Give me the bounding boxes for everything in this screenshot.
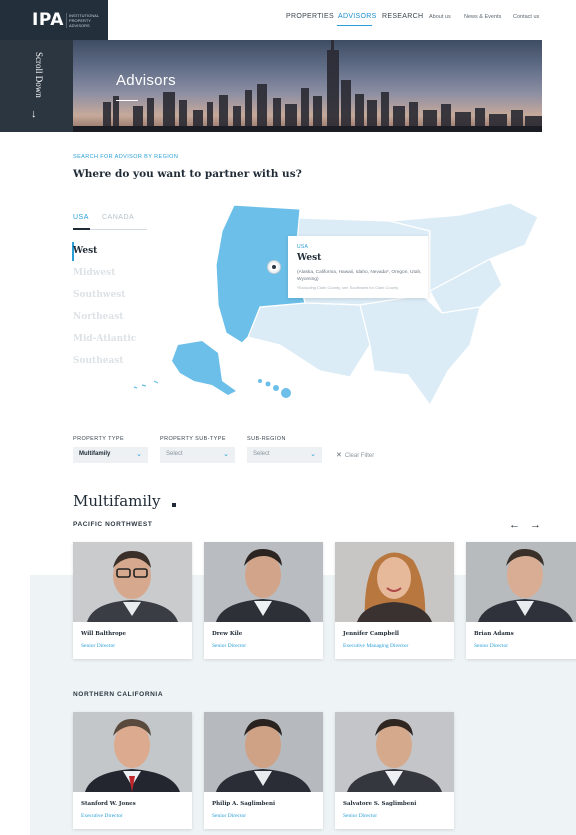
logo-subtext: INSTITUTIONAL PROPERTY ADVISORS: [66, 13, 106, 28]
advisor-card[interactable]: Drew Kile Senior Director: [204, 542, 323, 659]
advisor-card[interactable]: Philip A. Saglimbeni Senior Director: [204, 712, 323, 829]
scroll-down-label[interactable]: Scroll Down: [30, 52, 44, 108]
advisor-photo: [204, 712, 323, 792]
advisor-photo: [73, 712, 192, 792]
nav-news-events[interactable]: News & Events: [464, 14, 501, 20]
tooltip-region: West: [297, 253, 322, 263]
map-pin-icon[interactable]: [268, 261, 280, 273]
advisor-name: Drew Kile: [212, 631, 243, 637]
search-headline: Where do you want to partner with us?: [73, 168, 302, 180]
group-title-northern-california: NORTHERN CALIFORNIA: [73, 691, 164, 698]
advisor-name: Stanford W. Jones: [81, 801, 136, 807]
advisor-photo: [335, 712, 454, 792]
region-midwest[interactable]: Midwest: [73, 268, 115, 278]
property-type-select[interactable]: Multifamily ⌄: [73, 447, 148, 463]
advisor-role: Senior Director: [212, 643, 247, 649]
tooltip-country: USA: [297, 244, 309, 250]
nav-contact-us[interactable]: Contact us: [513, 14, 539, 20]
search-eyebrow: SEARCH FOR ADVISOR BY REGION: [73, 154, 179, 160]
sub-region-label: SUB-REGION: [247, 436, 286, 442]
region-tooltip: USA West (Alaska, California, Hawaii, Id…: [288, 236, 428, 298]
advisor-role: Executive Director: [81, 813, 123, 819]
sub-region-select[interactable]: Select ⌄: [247, 447, 322, 463]
sub-region-value: Select: [253, 451, 270, 457]
chevron-down-icon: ⌄: [223, 451, 229, 458]
advisor-role: Senior Director: [212, 813, 247, 819]
nav-about-us[interactable]: About us: [429, 14, 451, 20]
nav-active-underline: [337, 25, 372, 26]
advisor-name: Philip A. Saglimbeni: [212, 801, 276, 807]
advisor-photo: [335, 542, 454, 622]
advisor-card[interactable]: Brian Adams Senior Director: [466, 542, 576, 659]
logo[interactable]: IPA INSTITUTIONAL PROPERTY ADVISORS: [0, 0, 108, 40]
region-northeast[interactable]: Northeast: [73, 312, 123, 322]
map-region-southeast[interactable]: [359, 294, 481, 407]
region-west[interactable]: West: [73, 246, 97, 256]
advisor-photo: [466, 542, 576, 622]
map-hawaii[interactable]: [258, 379, 291, 398]
advisor-name: Will Balthrope: [81, 631, 127, 637]
chevron-down-icon: ⌄: [136, 451, 142, 458]
advisor-name: Jennifer Campbell: [343, 631, 399, 637]
advisor-role: Senior Director: [474, 643, 509, 649]
arrow-right-icon[interactable]: →: [530, 519, 541, 531]
advisor-photo: [204, 542, 323, 622]
property-type-label: PROPERTY TYPE: [73, 436, 125, 442]
nav-research[interactable]: RESEARCH: [382, 13, 423, 20]
clear-filter-label: Clear Filter: [344, 453, 375, 459]
advisor-card[interactable]: Jennifer Campbell Executive Managing Dir…: [335, 542, 454, 659]
nav-properties[interactable]: PROPERTIES: [286, 13, 334, 20]
tab-active-indicator: [73, 228, 90, 230]
advisor-card[interactable]: Will Balthrope Senior Director: [73, 542, 192, 659]
group-title-pacific-northwest: PACIFIC NORTHWEST: [73, 521, 153, 528]
advisor-role: Senior Director: [343, 813, 378, 819]
region-southeast[interactable]: Southeast: [73, 356, 124, 366]
advisor-name: Brian Adams: [474, 631, 514, 637]
results-title: Multifamily: [73, 492, 161, 510]
advisor-card[interactable]: Stanford W. Jones Executive Director: [73, 712, 192, 829]
map-region-southwest[interactable]: [247, 302, 371, 378]
chevron-down-icon: ⌄: [310, 451, 316, 458]
advisor-role: Senior Director: [81, 643, 116, 649]
tooltip-note: *Excluding Clark County, see Southwest f…: [297, 285, 399, 290]
hero-banner: Advisors: [73, 40, 542, 132]
advisor-photo: [73, 542, 192, 622]
region-mid-atlantic[interactable]: Mid-Atlantic: [73, 334, 136, 344]
advisor-role: Executive Managing Director: [343, 643, 409, 649]
arrow-left-icon[interactable]: ←: [509, 519, 520, 531]
arrow-down-icon[interactable]: ↓: [31, 108, 37, 120]
title-square-mark: [172, 503, 176, 507]
tooltip-states: (Alaska, California, Hawaii, Idaho, Neva…: [297, 270, 422, 282]
tab-usa[interactable]: USA: [73, 214, 89, 221]
map-alaska[interactable]: [172, 341, 236, 395]
logo-mark: IPA: [32, 10, 64, 30]
property-sub-type-select[interactable]: Select ⌄: [160, 447, 235, 463]
advisor-card[interactable]: Salvatore S. Saglimbeni Senior Director: [335, 712, 454, 829]
close-icon: ✕: [336, 452, 342, 459]
property-type-value: Multifamily: [79, 451, 111, 457]
clear-filter-button[interactable]: ✕ Clear Filter: [336, 451, 374, 459]
property-sub-type-value: Select: [166, 451, 183, 457]
nav-advisors[interactable]: ADVISORS: [338, 13, 377, 20]
property-sub-type-label: PROPERTY SUB-TYPE: [160, 436, 226, 442]
title-rule: [116, 100, 138, 101]
us-region-map[interactable]: [130, 195, 542, 407]
region-southwest[interactable]: Southwest: [73, 290, 125, 300]
page-title: Advisors: [116, 72, 176, 89]
advisor-name: Salvatore S. Saglimbeni: [343, 801, 417, 807]
